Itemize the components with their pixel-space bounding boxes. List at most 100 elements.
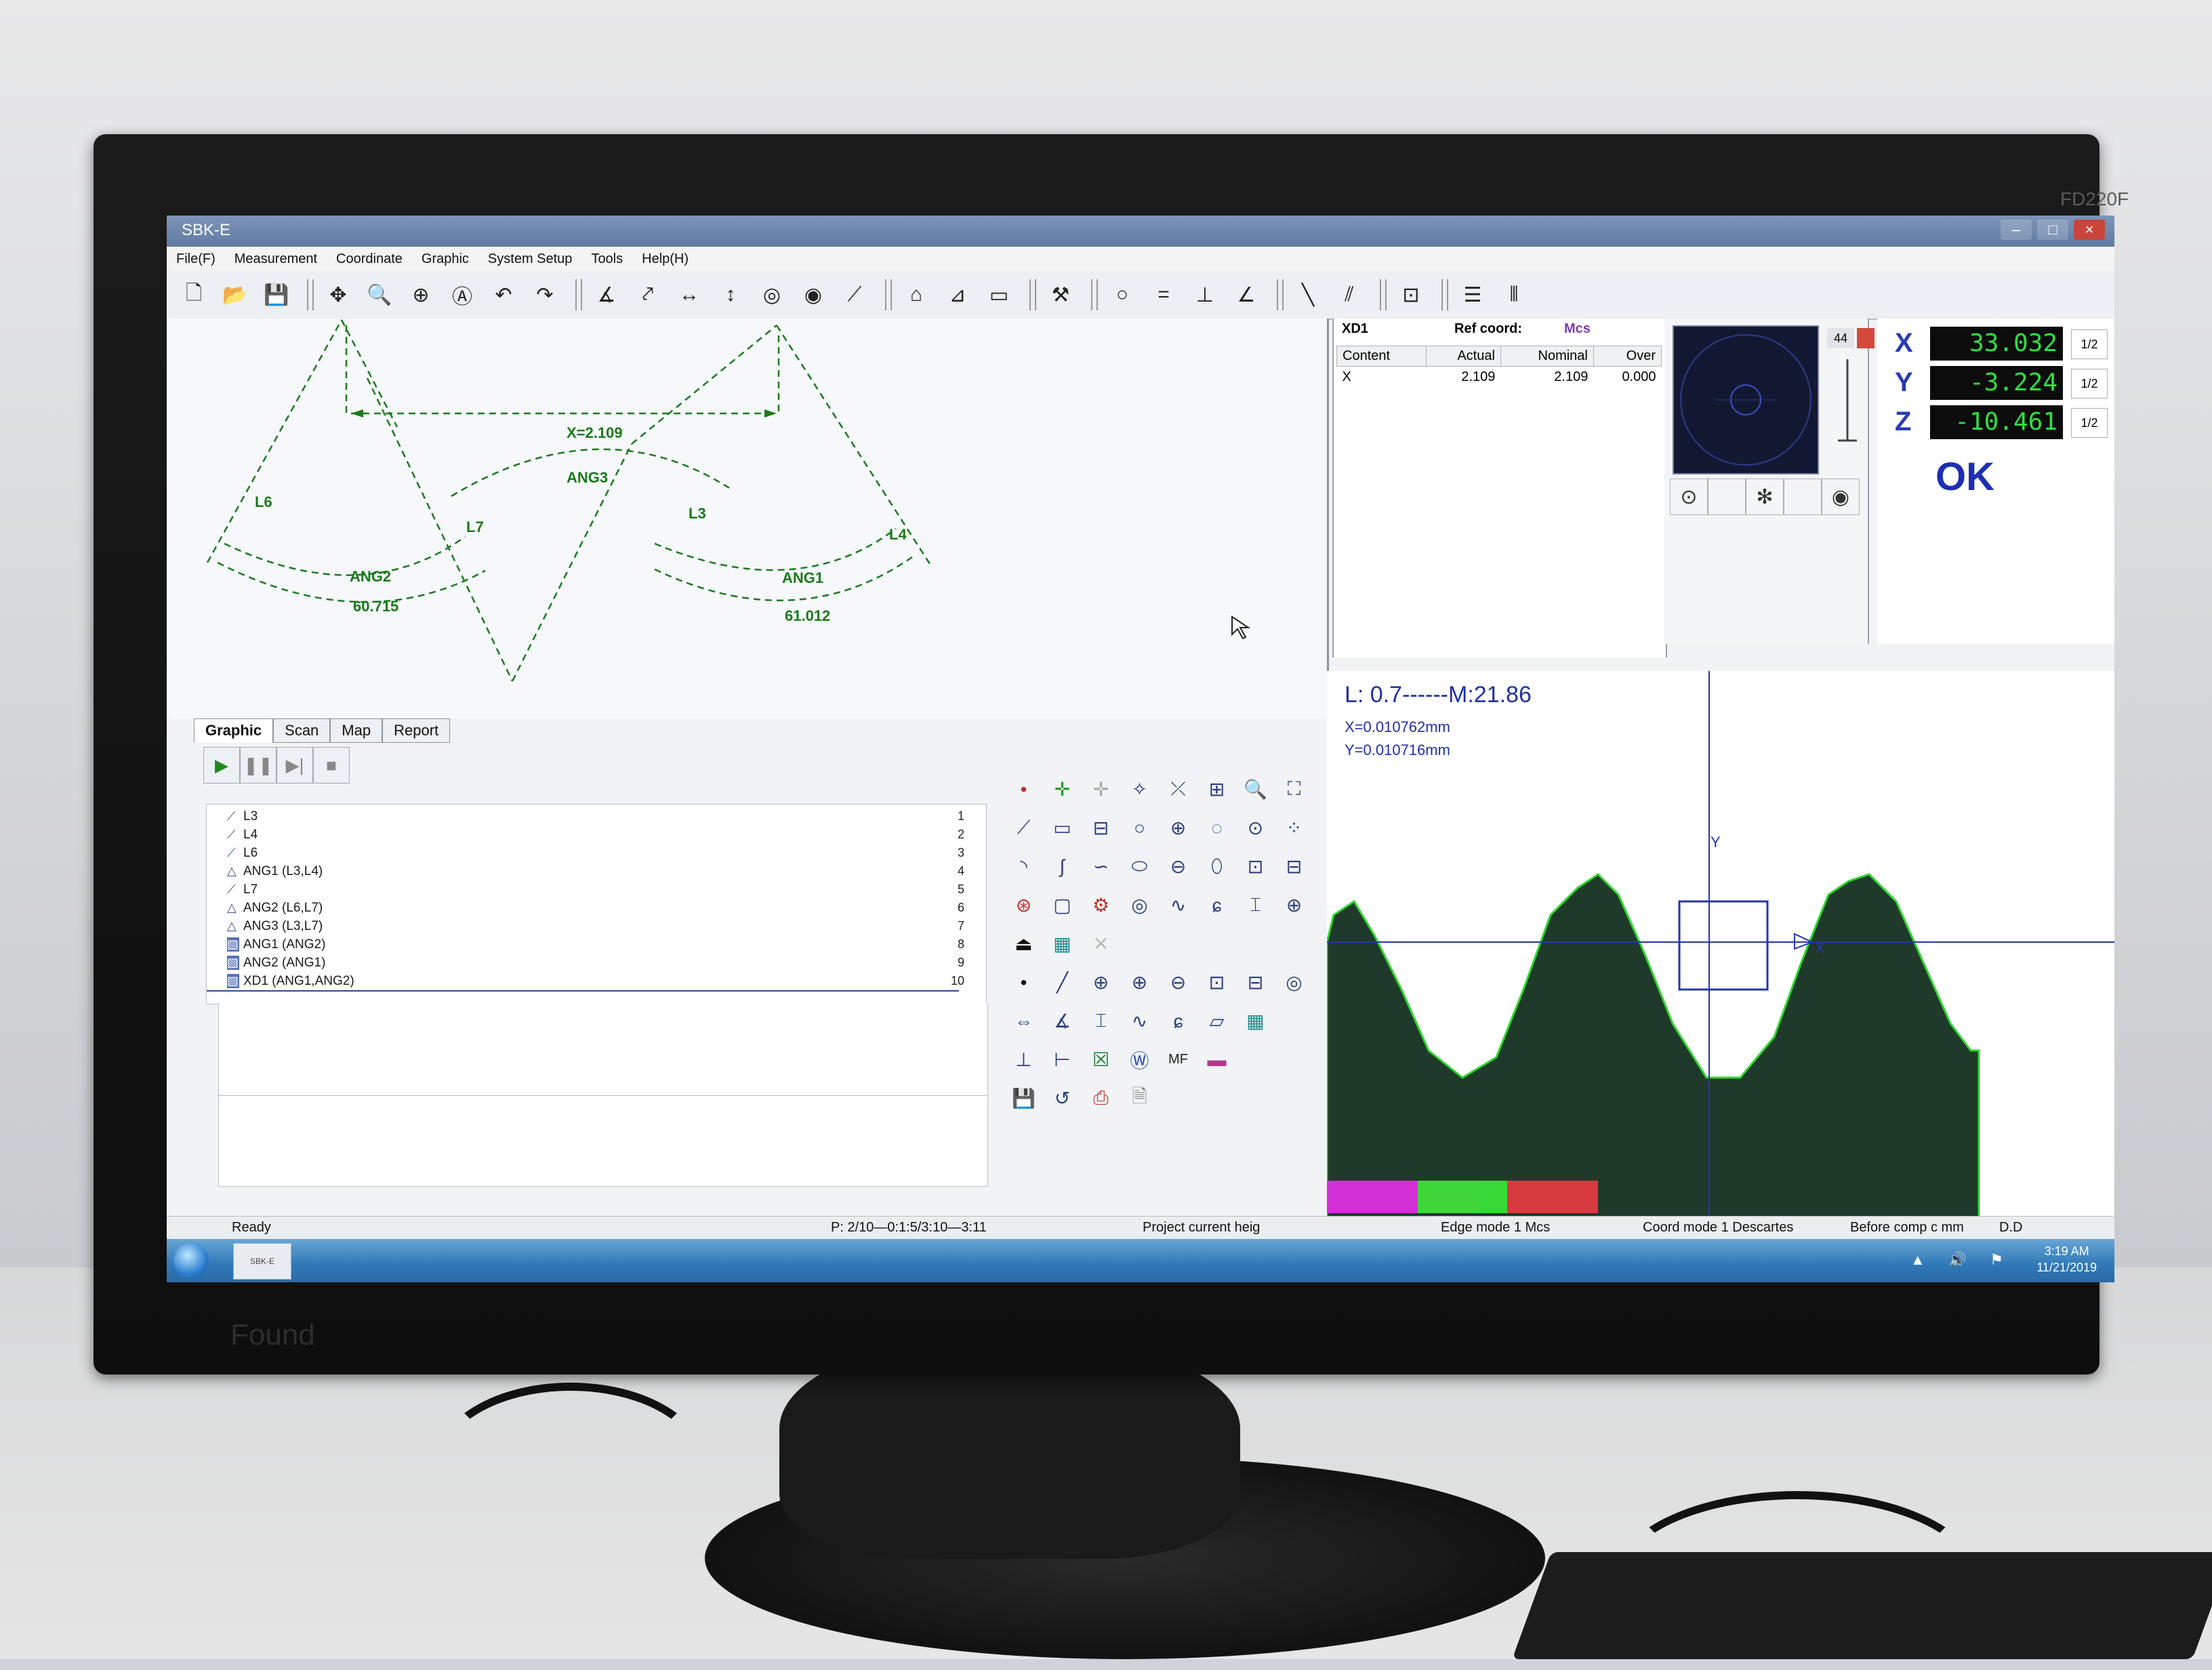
wave-icon[interactable]: ∿ <box>1120 1002 1159 1040</box>
angle-measure-icon[interactable]: ∡ <box>589 277 624 312</box>
menu-system-setup[interactable]: System Setup <box>478 251 582 267</box>
construct-ellipse-icon[interactable]: ⊖ <box>1159 963 1197 1002</box>
point-icon[interactable]: • <box>1004 770 1043 809</box>
double-circle-icon[interactable]: ◎ <box>1120 886 1159 924</box>
spline-icon[interactable]: ∽ <box>1082 847 1120 886</box>
rounded-rect-icon[interactable]: ▢ <box>1043 886 1082 924</box>
reset-icon[interactable]: ↺ <box>1043 1079 1082 1118</box>
frame-icon[interactable]: ⊞ <box>1197 770 1236 809</box>
new-file-icon[interactable]: 🗋 <box>176 277 211 312</box>
construct-rect-icon[interactable]: ⊡ <box>1197 963 1236 1002</box>
menu-graphic[interactable]: Graphic <box>412 251 478 267</box>
circle-outline-icon[interactable]: ○ <box>1105 277 1140 312</box>
horizontal-distance-icon[interactable]: ↔ <box>672 277 707 312</box>
intersection-icon[interactable]: ⤫ <box>1159 770 1197 809</box>
list-item[interactable]: △ ANG2 (L6,L7) 6 <box>227 899 979 917</box>
parallel-icon[interactable]: = <box>1146 277 1181 312</box>
image-icon[interactable]: ⛶ <box>1275 770 1313 809</box>
blank-light-icon[interactable] <box>1784 478 1822 515</box>
tab-scan[interactable]: Scan <box>273 718 331 743</box>
height-construct-icon[interactable]: ⌶ <box>1082 1002 1120 1040</box>
target-icon[interactable]: ⊕ <box>1159 809 1197 847</box>
pause-icon[interactable]: ❚❚ <box>240 747 276 783</box>
excel-icon[interactable]: ☒ <box>1082 1040 1120 1079</box>
column-header[interactable]: Actual <box>1425 346 1501 367</box>
hatch-icon[interactable]: ⫽ <box>1332 277 1367 312</box>
construct-point-icon[interactable]: • <box>1004 963 1043 1002</box>
list-item[interactable]: ⟋ L4 2 <box>227 826 979 844</box>
coaxial-light-icon[interactable]: ◉ <box>1822 478 1860 515</box>
profile-icon[interactable]: ∿ <box>1159 886 1197 924</box>
construct-slot-icon[interactable]: ⊟ <box>1236 963 1275 1002</box>
menu-help[interactable]: Help(H) <box>632 251 698 267</box>
document-icon[interactable]: 🗎 <box>1120 1079 1159 1118</box>
taskbar-app[interactable]: SBK-E <box>233 1243 291 1280</box>
cross-point-icon[interactable]: ✛ <box>1043 770 1082 809</box>
ring-icon[interactable]: ⊛ <box>1004 886 1043 924</box>
camera-view[interactable]: Y X L: 0.7------M:21.86 X=0.010762mm Y=0… <box>1327 671 2114 1227</box>
list-item[interactable]: ▧ XD1 (ANG1,ANG2) 10 <box>227 972 979 990</box>
x-half-button[interactable]: 1/2 <box>2071 329 2108 359</box>
table-icon[interactable]: ▦ <box>1236 1002 1275 1040</box>
list-item[interactable]: △ ANG1 (L3,L4) 4 <box>227 862 979 880</box>
program-list[interactable]: ⟋ L3 1 ⟋ L4 2 ⟋ L6 3 △ ANG1 (L3,L4) 4 ⟋ … <box>206 804 987 1004</box>
probe-stand-icon[interactable]: ⏏ <box>1004 924 1043 963</box>
z-half-button[interactable]: 1/2 <box>2071 408 2108 438</box>
menu-coordinate[interactable]: Coordinate <box>327 251 412 267</box>
record-indicator-icon[interactable] <box>1857 328 1875 348</box>
ring-light-icon[interactable]: ⊙ <box>1670 478 1708 515</box>
slope-icon[interactable]: ⤤ <box>630 277 665 312</box>
line-tool-icon[interactable]: ⟋ <box>837 277 872 312</box>
step-icon[interactable]: ▶| <box>276 747 313 783</box>
double-slot-icon[interactable]: ⊟ <box>1082 809 1120 847</box>
disabled-tool-icon[interactable]: ✕ <box>1082 924 1120 963</box>
zoom-icon[interactable]: 🔍 <box>1236 770 1275 809</box>
move-icon[interactable]: ✥ <box>321 277 356 312</box>
column-header[interactable]: Over <box>1593 346 1662 367</box>
tools-icon[interactable]: ⚒ <box>1043 277 1078 312</box>
construct-center-icon[interactable]: ⊕ <box>1120 963 1159 1002</box>
list-item[interactable]: △ ANG3 (L3,L7) 7 <box>227 917 979 935</box>
distance-icon[interactable]: ⇔ <box>1004 1002 1043 1040</box>
ellipse-icon[interactable]: ⬭ <box>1120 847 1159 886</box>
freeform-construct-icon[interactable]: ɕ <box>1159 1002 1197 1040</box>
zoom-level[interactable]: 44 <box>1827 328 1854 348</box>
magic-point-icon[interactable]: ✧ <box>1120 770 1159 809</box>
cross-point-gray-icon[interactable]: ✛ <box>1082 770 1120 809</box>
circle-center-icon[interactable]: ⊙ <box>1236 809 1275 847</box>
color-bar-icon[interactable]: ▬ <box>1197 1040 1236 1079</box>
datum-line-icon[interactable]: ⊢ <box>1043 1040 1082 1079</box>
column-header[interactable]: Nominal <box>1500 346 1594 367</box>
y-half-button[interactable]: 1/2 <box>2071 369 2108 399</box>
window-titlebar[interactable]: SBK-E – □ × <box>167 216 2114 247</box>
perpendicular-icon[interactable]: ⊥ <box>1187 277 1223 312</box>
ellipse-cross-icon[interactable]: ⊖ <box>1159 847 1197 886</box>
list-icon[interactable]: ☰ <box>1455 277 1490 312</box>
table-row[interactable]: X 2.109 2.109 0.000 <box>1337 367 1662 388</box>
mf-icon[interactable]: MF <box>1159 1040 1197 1079</box>
list-item[interactable]: ⟋ L3 1 <box>227 807 979 826</box>
zoom-slider[interactable] <box>1834 359 1861 461</box>
plane-icon[interactable]: ▱ <box>1197 1002 1236 1040</box>
save-icon[interactable]: 💾 <box>259 277 294 312</box>
program-detail-area[interactable] <box>218 1003 988 1187</box>
rectangle-points-icon[interactable]: ⊡ <box>1236 847 1275 886</box>
camera-preview[interactable] <box>1673 325 1819 474</box>
add-circle-icon[interactable]: ⊕ <box>1275 886 1313 924</box>
line-icon[interactable]: ⟋ <box>1004 809 1043 847</box>
arc-icon[interactable]: ◝ <box>1004 847 1043 886</box>
save-program-icon[interactable]: 💾 <box>1004 1079 1043 1118</box>
minimize-button[interactable]: – <box>2001 220 2032 240</box>
angle-construct-icon[interactable]: ∡ <box>1043 1002 1082 1040</box>
columns-icon[interactable]: ⦀ <box>1496 277 1532 312</box>
graphic-view[interactable]: X=2.109 ANG3 ANG2 60.715 ANG1 61.012 L6 … <box>167 319 1329 718</box>
list-item[interactable]: ▧ ANG1 (ANG2) 8 <box>227 935 979 954</box>
calculator-icon[interactable]: ▦ <box>1043 924 1082 963</box>
play-icon[interactable]: ▶ <box>203 747 240 783</box>
close-button[interactable]: × <box>2074 220 2105 240</box>
zoom-window-icon[interactable]: 🔍 <box>362 277 397 312</box>
open-folder-icon[interactable]: 📂 <box>218 277 253 312</box>
menu-file[interactable]: File(F) <box>167 251 225 267</box>
arc-points-icon[interactable]: ◌ <box>1197 809 1236 847</box>
curve-icon[interactable]: ∫ <box>1043 847 1082 886</box>
